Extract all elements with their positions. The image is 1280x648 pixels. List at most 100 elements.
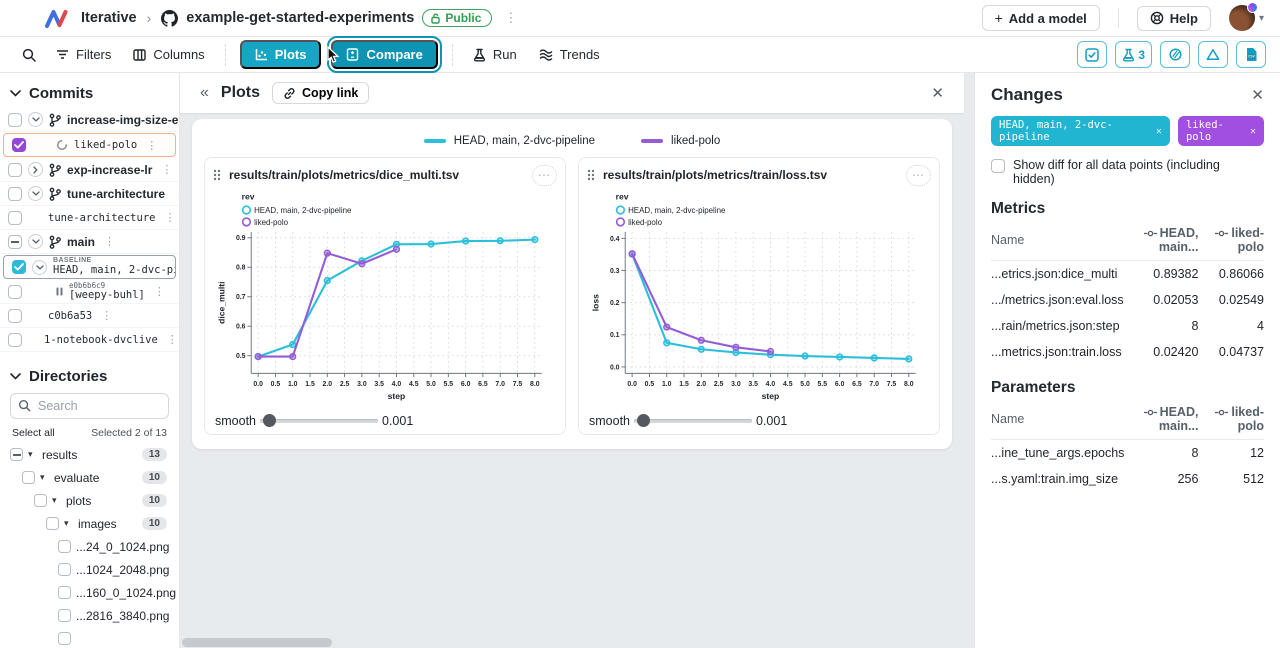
- commit-row[interactable]: main⋮: [0, 230, 179, 254]
- horizontal-scrollbar[interactable]: [182, 638, 332, 647]
- commit-row[interactable]: tune-architecture⋮: [0, 206, 179, 230]
- tree-row[interactable]: ▾results13: [0, 443, 179, 466]
- commit-row[interactable]: exp-increase-lr⋮: [0, 158, 179, 182]
- close-changes-icon[interactable]: ✕: [1251, 86, 1264, 104]
- commit-kebab-menu[interactable]: ⋮: [98, 309, 115, 322]
- expander-icon[interactable]: [28, 186, 43, 201]
- tree-row[interactable]: [0, 627, 179, 648]
- commit-checkbox[interactable]: [8, 235, 22, 249]
- commit-row[interactable]: e0b6b6c9[weepy-buhl]⋮: [0, 280, 179, 304]
- caret-down-icon[interactable]: ▾: [64, 518, 73, 529]
- tree-row[interactable]: ...1024_2048.png: [0, 558, 179, 581]
- diff-value-compare: 0.02549: [1198, 287, 1264, 313]
- commit-row[interactable]: liked-polo⋮: [3, 133, 176, 157]
- commit-kebab-menu[interactable]: ⋮: [171, 187, 179, 200]
- repo-name[interactable]: example-get-started-experiments: [186, 10, 414, 26]
- smooth-slider-thumb[interactable]: [263, 414, 276, 427]
- tree-row[interactable]: ...160_0_1024.png: [0, 581, 179, 604]
- collapse-panel-icon[interactable]: «: [200, 84, 209, 102]
- directories-section-header[interactable]: Directories: [0, 352, 179, 391]
- svg-text:0.5: 0.5: [271, 381, 281, 388]
- commit-checkbox[interactable]: [8, 309, 22, 323]
- drag-handle-icon[interactable]: [587, 169, 595, 181]
- commit-checkbox[interactable]: [8, 211, 22, 225]
- commit-checkbox[interactable]: [8, 187, 22, 201]
- commit-row[interactable]: BASELINEHEAD, main, 2-dvc-pip…⋮: [3, 255, 176, 279]
- tree-checkbox[interactable]: [58, 632, 71, 645]
- commit-row[interactable]: increase-img-size-epochs⋮: [0, 108, 179, 132]
- trends-button[interactable]: Trends: [529, 42, 610, 67]
- plot-menu-button[interactable]: ⋯: [906, 165, 931, 186]
- tree-checkbox[interactable]: [46, 517, 59, 530]
- tree-checkbox[interactable]: [58, 586, 71, 599]
- user-menu[interactable]: ▾: [1229, 5, 1264, 31]
- tree-row[interactable]: ▾evaluate10: [0, 466, 179, 489]
- commit-row[interactable]: 1-notebook-dvclive⋮: [0, 328, 179, 352]
- svg-text:0.5: 0.5: [236, 353, 246, 360]
- tree-checkbox[interactable]: [10, 448, 23, 461]
- directories-search-input[interactable]: [10, 393, 169, 419]
- compare-button[interactable]: Compare: [331, 40, 437, 69]
- export-csv-button[interactable]: CSV: [1236, 41, 1266, 68]
- plots-button[interactable]: Plots: [240, 40, 322, 69]
- commit-checkbox[interactable]: [8, 163, 22, 177]
- tree-checkbox[interactable]: [34, 494, 47, 507]
- caret-down-icon[interactable]: ▾: [40, 472, 49, 483]
- caret-down-icon[interactable]: ▾: [28, 449, 37, 460]
- smooth-slider[interactable]: [634, 414, 752, 427]
- commit-checkbox[interactable]: [8, 285, 22, 299]
- repo-kebab-menu[interactable]: ⋮: [500, 10, 521, 26]
- plot-menu-button[interactable]: ⋯: [532, 165, 557, 186]
- tree-checkbox[interactable]: [58, 609, 71, 622]
- commit-kebab-menu[interactable]: ⋮: [101, 235, 118, 248]
- select-experiments-button[interactable]: [1077, 41, 1107, 68]
- tree-row[interactable]: ▾images10: [0, 512, 179, 535]
- close-plots-icon[interactable]: ✕: [931, 84, 944, 102]
- remove-tag-icon[interactable]: ✕: [1156, 126, 1162, 137]
- commit-kebab-menu[interactable]: ⋮: [158, 163, 175, 176]
- tree-row[interactable]: ▾plots10: [0, 489, 179, 512]
- avatar[interactable]: [1229, 5, 1255, 31]
- add-model-button[interactable]: + Add a model: [982, 5, 1100, 31]
- copy-link-button[interactable]: Copy link: [272, 82, 369, 104]
- commit-checkbox[interactable]: [12, 260, 26, 274]
- commit-row[interactable]: c0b6a53⋮: [0, 304, 179, 328]
- delta-button[interactable]: [1198, 41, 1228, 68]
- commit-checkbox[interactable]: [8, 113, 22, 127]
- diff-value-head: 8: [1133, 440, 1199, 467]
- commit-row[interactable]: tune-architecture⋮: [0, 182, 179, 206]
- drag-handle-icon[interactable]: [213, 169, 221, 181]
- smooth-slider-thumb[interactable]: [637, 414, 650, 427]
- smooth-slider[interactable]: [260, 414, 378, 427]
- select-all-link[interactable]: Select all: [12, 427, 55, 439]
- expander-icon[interactable]: [28, 112, 43, 127]
- commit-checkbox[interactable]: [8, 333, 22, 347]
- remove-tag-icon[interactable]: ✕: [1250, 126, 1256, 137]
- commit-kebab-menu[interactable]: ⋮: [151, 285, 168, 298]
- expander-icon[interactable]: [28, 234, 43, 249]
- iterative-logo-icon: [44, 8, 69, 29]
- run-experiments-count-button[interactable]: 3: [1115, 41, 1152, 68]
- hidden-plots-button[interactable]: [1160, 41, 1190, 68]
- help-button[interactable]: Help: [1137, 6, 1211, 31]
- commits-section-header[interactable]: Commits: [0, 77, 179, 108]
- expander-icon[interactable]: [32, 260, 47, 275]
- tree-checkbox[interactable]: [22, 471, 35, 484]
- tree-row[interactable]: ...2816_3840.png: [0, 604, 179, 627]
- caret-down-icon[interactable]: ▾: [52, 495, 61, 506]
- commit-kebab-menu[interactable]: ⋮: [143, 139, 160, 152]
- columns-button[interactable]: Columns: [123, 42, 214, 67]
- brand-name[interactable]: Iterative: [81, 10, 137, 26]
- tree-row[interactable]: ...24_0_1024.png: [0, 535, 179, 558]
- run-button[interactable]: Run: [463, 42, 527, 67]
- commit-checkbox[interactable]: [12, 138, 26, 152]
- tree-checkbox[interactable]: [58, 540, 71, 553]
- search-button[interactable]: [14, 43, 44, 67]
- diff-value-head: 0.02053: [1133, 287, 1199, 313]
- commit-kebab-menu[interactable]: ⋮: [161, 211, 178, 224]
- tree-checkbox[interactable]: [58, 563, 71, 576]
- filters-button[interactable]: Filters: [46, 42, 121, 67]
- expander-icon[interactable]: [28, 162, 43, 177]
- commit-kebab-menu[interactable]: ⋮: [164, 333, 179, 346]
- show-diff-checkbox[interactable]: [991, 159, 1005, 173]
